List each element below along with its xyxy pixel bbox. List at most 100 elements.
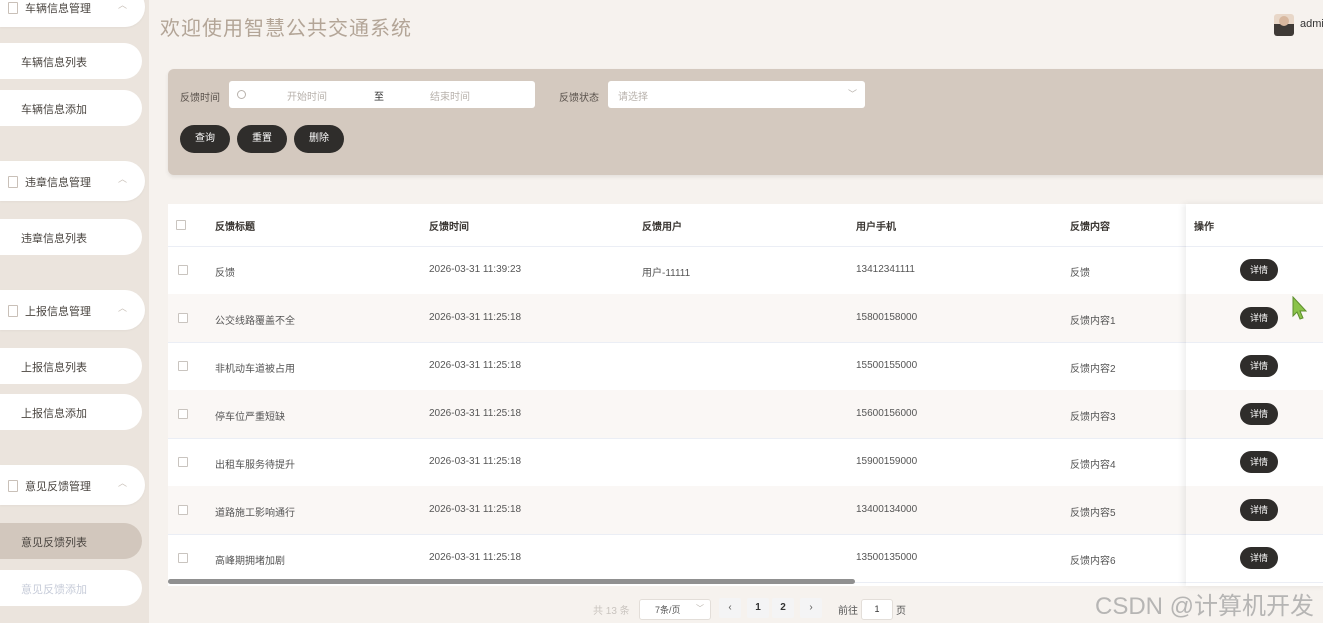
user-name[interactable]: admin xyxy=(1300,18,1323,30)
menu-item-vehicle-add[interactable]: 车辆信息添加 xyxy=(0,90,142,126)
table-row[interactable]: 高峰期拥堵加剧 2026-03-31 11:25:18 13500135000 反馈内… xyxy=(168,534,1323,583)
query-button[interactable]: 查询 xyxy=(180,125,230,153)
cell-title: 停车位严重短缺 xyxy=(215,412,285,423)
detail-button[interactable]: 详情 xyxy=(1240,355,1278,377)
page-size-select[interactable]: 7条/页 ﹀ xyxy=(639,599,711,620)
menu-item-feedback-list[interactable]: 意见反馈列表 xyxy=(0,523,142,559)
row-checkbox[interactable] xyxy=(178,553,188,563)
date-range-picker[interactable]: 开始时间 至 结束时间 xyxy=(229,81,535,108)
table-row[interactable]: 出租车服务待提升 2026-03-31 11:25:18 15900159000 反馈… xyxy=(168,438,1323,487)
cell-content: 反馈内容3 xyxy=(1070,412,1116,423)
cell-phone: 13412341111 xyxy=(856,264,915,275)
detail-button[interactable]: 详情 xyxy=(1240,451,1278,473)
table-row[interactable]: 公交线路覆盖不全 2026-03-31 11:25:18 15800158000 反馈… xyxy=(168,294,1323,343)
table-row[interactable]: 反馈 2026-03-31 11:39:23 用户-11111 13412341111… xyxy=(168,246,1323,295)
cell-phone: 15500155000 xyxy=(856,360,918,371)
row-checkbox[interactable] xyxy=(178,409,188,419)
document-icon xyxy=(8,480,18,492)
cell-title: 高峰期拥堵加剧 xyxy=(215,556,285,567)
column-header[interactable]: 用户手机 xyxy=(856,218,896,233)
cell-content: 反馈内容4 xyxy=(1070,460,1116,471)
document-icon xyxy=(8,176,18,188)
menu-group-label: 上报信息管理 xyxy=(25,306,91,318)
cell-content: 反馈内容6 xyxy=(1070,556,1116,567)
page-number[interactable]: 1 xyxy=(747,598,769,618)
menu-item-label: 意见反馈列表 xyxy=(21,537,87,549)
start-time-input[interactable]: 开始时间 xyxy=(287,88,327,103)
column-header[interactable]: 反馈用户 xyxy=(642,218,682,233)
menu-group-vehicle[interactable]: 车辆信息管理 ︿ xyxy=(0,0,145,27)
cell-title: 反馈 xyxy=(215,268,235,279)
detail-button[interactable]: 详情 xyxy=(1240,403,1278,425)
menu-group-report[interactable]: 上报信息管理 ︿ xyxy=(0,290,145,330)
row-checkbox[interactable] xyxy=(178,313,188,323)
mouse-cursor-icon xyxy=(1292,296,1308,320)
row-checkbox[interactable] xyxy=(178,505,188,515)
column-header[interactable]: 反馈时间 xyxy=(429,218,469,233)
next-page-button[interactable]: › xyxy=(800,598,822,618)
reset-button[interactable]: 重置 xyxy=(237,125,287,153)
table-row[interactable]: 停车位严重短缺 2026-03-31 11:25:18 15600156000 反馈内… xyxy=(168,390,1323,439)
chevron-up-icon: ︿ xyxy=(117,0,127,10)
delete-button[interactable]: 删除 xyxy=(294,125,344,153)
cell-title: 公交线路覆盖不全 xyxy=(215,316,295,327)
menu-group-violation[interactable]: 违章信息管理 ︿ xyxy=(0,161,145,201)
row-checkbox[interactable] xyxy=(178,361,188,371)
table-row[interactable]: 道路施工影响通行 2026-03-31 11:25:18 13400134000 反馈… xyxy=(168,486,1323,535)
row-checkbox[interactable] xyxy=(178,265,188,275)
menu-group-label: 违章信息管理 xyxy=(25,177,91,189)
cell-phone: 13500135000 xyxy=(856,552,918,563)
cell-phone: 15800158000 xyxy=(856,312,918,323)
detail-button[interactable]: 详情 xyxy=(1240,499,1278,521)
chevron-up-icon: ︿ xyxy=(117,174,127,184)
cell-time: 2026-03-31 11:25:18 xyxy=(429,408,522,419)
menu-item-label: 违章信息列表 xyxy=(21,233,87,245)
chevron-down-icon: ﹀ xyxy=(696,604,704,613)
menu-group-feedback[interactable]: 意见反馈管理 ︿ xyxy=(0,465,145,505)
menu-item-report-add[interactable]: 上报信息添加 xyxy=(0,394,142,430)
detail-button[interactable]: 详情 xyxy=(1240,547,1278,569)
menu-item-label: 上报信息列表 xyxy=(21,362,87,374)
chevron-up-icon: ︿ xyxy=(117,303,127,313)
column-header[interactable]: 反馈内容 xyxy=(1070,218,1110,233)
cell-phone: 13400134000 xyxy=(856,504,918,515)
feedback-status-label: 反馈状态 xyxy=(559,93,599,104)
page-number[interactable]: 2 xyxy=(772,598,794,618)
menu-item-label: 意见反馈添加 xyxy=(21,584,87,596)
row-checkbox[interactable] xyxy=(178,457,188,467)
cell-user: 用户-11111 xyxy=(642,268,691,279)
menu-item-report-list[interactable]: 上报信息列表 xyxy=(0,348,142,384)
cell-time: 2026-03-31 11:25:18 xyxy=(429,312,522,323)
cell-title: 出租车服务待提升 xyxy=(215,460,295,471)
status-placeholder: 请选择 xyxy=(618,92,648,103)
menu-item-violation-list[interactable]: 违章信息列表 xyxy=(0,219,142,255)
table-header: 反馈标题 反馈时间 反馈用户 用户手机 反馈内容 操作 xyxy=(168,204,1323,247)
detail-button[interactable]: 详情 xyxy=(1240,307,1278,329)
menu-item-feedback-add[interactable]: 意见反馈添加 xyxy=(0,570,142,606)
menu-item-vehicle-list[interactable]: 车辆信息列表 xyxy=(0,43,142,79)
cell-time: 2026-03-31 11:25:18 xyxy=(429,360,522,371)
detail-button[interactable]: 详情 xyxy=(1240,259,1278,281)
watermark: CSDN @计算机开发 xyxy=(1095,593,1315,620)
end-time-input[interactable]: 结束时间 xyxy=(430,88,470,103)
column-header[interactable]: 反馈标题 xyxy=(215,218,255,233)
chevron-up-icon: ︿ xyxy=(117,478,127,488)
cell-phone: 15600156000 xyxy=(856,408,918,419)
goto-page-input[interactable]: 1 xyxy=(861,599,893,620)
goto-unit: 页 xyxy=(896,606,906,617)
page-title: 欢迎使用智慧公共交通系统 xyxy=(160,18,412,40)
feedback-time-label: 反馈时间 xyxy=(180,93,220,104)
cell-title: 非机动车道被占用 xyxy=(215,364,295,375)
cell-phone: 15900159000 xyxy=(856,456,918,467)
prev-page-button[interactable]: ‹ xyxy=(719,598,741,618)
select-all-checkbox[interactable] xyxy=(176,220,186,230)
table-row[interactable]: 非机动车道被占用 2026-03-31 11:25:18 15500155000 反馈… xyxy=(168,342,1323,391)
cell-content: 反馈内容1 xyxy=(1070,316,1116,327)
clock-icon xyxy=(237,90,246,99)
menu-group-label: 车辆信息管理 xyxy=(25,3,91,15)
status-select[interactable]: 请选择 ﹀ xyxy=(608,81,865,108)
horizontal-scrollbar[interactable] xyxy=(168,579,855,584)
page-size-value: 7条/页 xyxy=(655,605,681,615)
avatar[interactable] xyxy=(1274,14,1294,36)
sidebar: 车辆信息管理 ︿ 车辆信息列表 车辆信息添加 违章信息管理 ︿ 违章信息列表 上… xyxy=(0,0,149,623)
